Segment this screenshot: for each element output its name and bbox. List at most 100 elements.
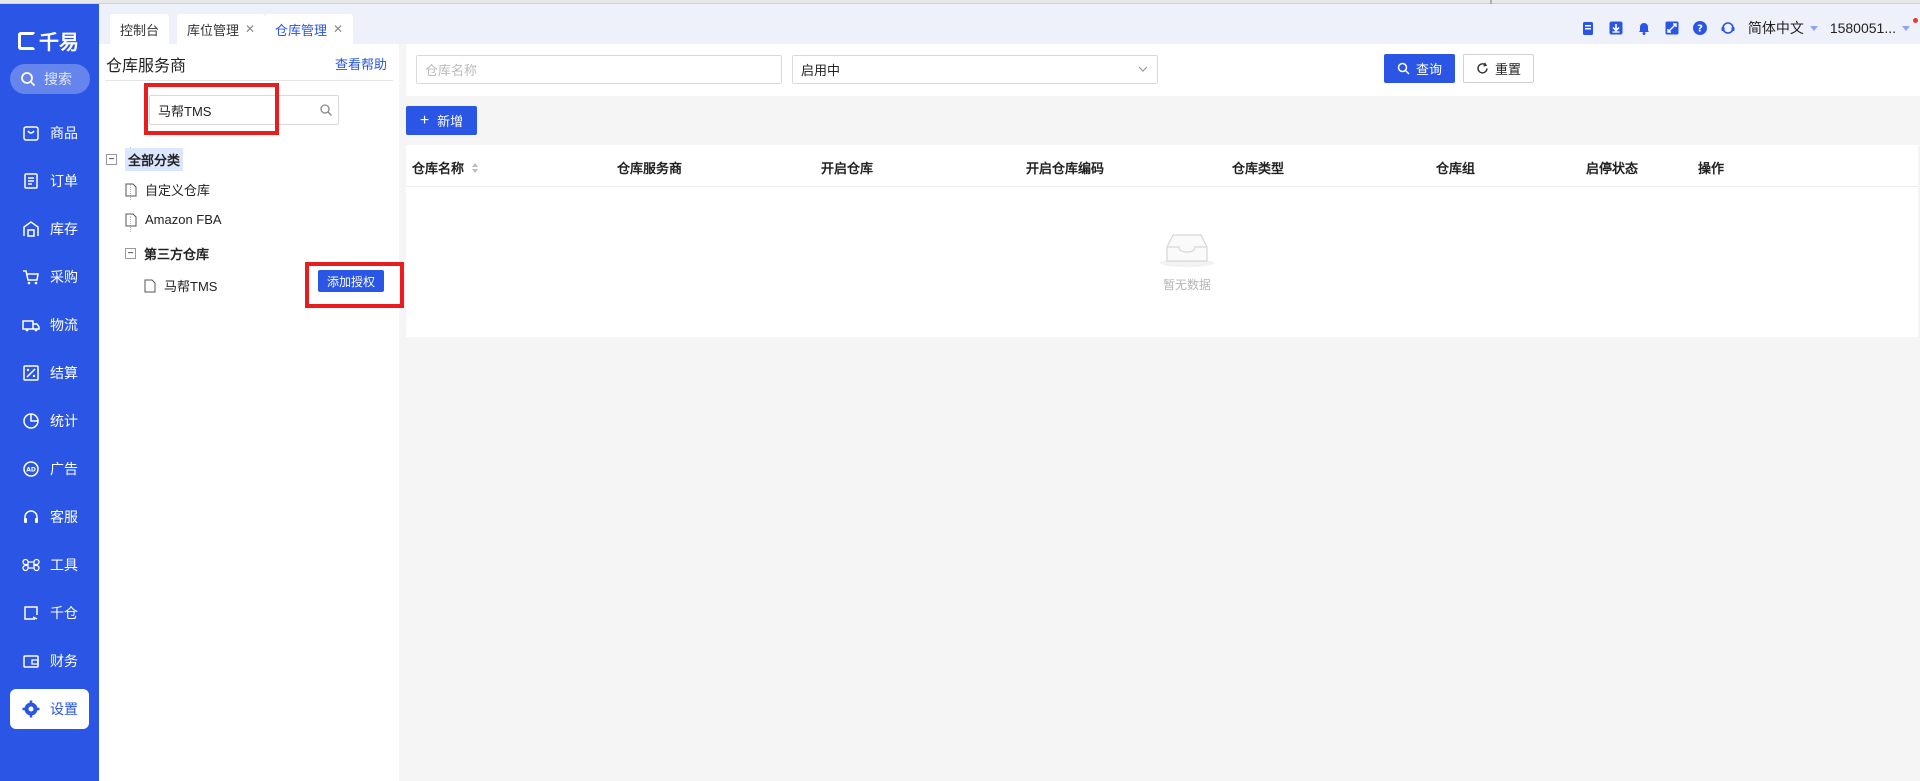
sidebar-search-button[interactable]: 搜索 [10,64,90,94]
add-button[interactable]: + 新增 [406,106,477,135]
column-header-label: 仓库服务商 [617,161,683,176]
svg-text:?: ? [1697,24,1703,35]
bell-icon[interactable] [1636,20,1652,36]
tab-label: 控制台 [120,22,160,38]
tree-node-third-party[interactable]: − 第三方仓库 [125,244,209,263]
warehouse-name-input[interactable]: 仓库名称 [416,55,782,84]
language-selector[interactable]: 简体中文 [1748,18,1818,38]
file-icon [125,213,137,226]
help-link[interactable]: 查看帮助 [335,54,387,73]
close-icon[interactable]: ✕ [333,22,343,36]
collapse-icon[interactable]: − [106,154,117,165]
sidebar-search-label: 搜索 [44,71,72,87]
divider [105,80,393,81]
truck-icon [22,320,40,332]
sidebar-item-goods[interactable]: 商品 [0,109,99,157]
sidebar-item-label: 结算 [50,365,78,381]
close-icon[interactable]: ✕ [245,22,255,36]
sidebar-item-label: 客服 [50,509,78,525]
sidebar-item-label: 库存 [50,221,78,237]
column-header-label: 仓库名称 [412,161,465,176]
status-select[interactable]: 启用中 [792,55,1158,84]
warehouse-table: 仓库名称 仓库服务商 开启仓库 开启仓库编码 仓库类型 仓库组 启停状态 操作 … [406,145,1918,337]
table-header: 仓库名称 仓库服务商 开启仓库 开启仓库编码 仓库类型 仓库组 启停状态 操作 [406,145,1918,187]
provider-panel: 仓库服务商 查看帮助 − 全部分类 自定义仓库 Amazon FBA − 第三方… [99,44,399,781]
sidebar-item-qiancang[interactable]: 千仓 [0,589,99,637]
sidebar-item-inventory[interactable]: 库存 [0,205,99,253]
sidebar-item-label: 千仓 [50,605,78,621]
filter-bar: 仓库名称 启用中 查询 重置 [406,44,1920,96]
sidebar: 千易 搜索 商品 订单 库存 采购 物流 结算 统计 AD 广告 客服 工具 千… [0,4,99,781]
sidebar-item-service[interactable]: 客服 [0,493,99,541]
user-menu[interactable]: 1580051... [1830,20,1910,36]
column-header-warehouse-type: 仓库类型 [1232,158,1284,177]
chevron-down-icon [1809,25,1818,31]
language-label: 简体中文 [1747,20,1804,36]
sidebar-item-ads[interactable]: AD 广告 [0,445,99,493]
support-headset-icon[interactable] [1720,20,1736,36]
tree-node-root[interactable]: − 全部分类 [106,148,184,171]
sidebar-item-purchase[interactable]: 采购 [0,253,99,301]
tree-node-custom-warehouse[interactable]: 自定义仓库 [125,180,210,199]
sidebar-item-label: 商品 [50,125,78,141]
column-header-label: 仓库类型 [1232,161,1285,176]
column-header-warehouse-name[interactable]: 仓库名称 [412,158,479,177]
tab-location-management[interactable]: 库位管理 ✕ [177,14,266,44]
query-button-label: 查询 [1415,62,1442,77]
empty-state: 暂无数据 [1132,225,1242,293]
tree-node-label: 马帮TMS [164,279,218,294]
search-icon[interactable] [319,103,333,117]
sort-icon[interactable] [472,162,479,173]
sidebar-item-settlement[interactable]: 结算 [0,349,99,397]
chevron-down-icon [1902,25,1910,31]
empty-box-icon [1160,234,1214,267]
gear-icon [22,700,40,718]
sidebar-item-finance[interactable]: 财务 [0,637,99,685]
sidebar-item-orders[interactable]: 订单 [0,157,99,205]
column-header-label: 操作 [1698,161,1725,176]
sidebar-item-label: 广告 [50,461,78,477]
column-header-label: 开启仓库编码 [1026,161,1105,176]
tab-label: 仓库管理 [275,22,328,38]
tab-console[interactable]: 控制台 [110,14,170,44]
column-header-provider: 仓库服务商 [617,158,682,177]
tree-node-label: Amazon FBA [145,212,222,227]
logo-mark-icon [18,31,36,50]
search-icon [21,72,36,87]
add-button-label: 新增 [437,114,464,129]
command-icon [22,558,40,572]
cart-icon [23,270,39,285]
help-icon[interactable]: ? [1692,20,1708,36]
status-select-value: 启用中 [801,63,841,78]
query-button[interactable]: 查询 [1384,54,1455,83]
file-icon [125,183,137,196]
headset-icon [24,510,38,523]
column-header-open-warehouse: 开启仓库 [821,158,873,177]
tree-node-mabang-tms[interactable]: 马帮TMS [144,276,217,295]
collapse-icon[interactable]: − [125,248,136,259]
sidebar-nav: 商品 订单 库存 采购 物流 结算 统计 AD 广告 客服 工具 千仓 财务 设… [0,109,99,729]
sidebar-item-label: 采购 [50,269,78,285]
sidebar-item-tools[interactable]: 工具 [0,541,99,589]
clipboard-icon[interactable] [1580,20,1596,36]
reset-button-label: 重置 [1494,62,1521,77]
sidebar-item-label: 订单 [50,173,78,189]
sidebar-item-logistics[interactable]: 物流 [0,301,99,349]
highlight-box [144,83,279,135]
tree-node-amazon-fba[interactable]: Amazon FBA [125,212,222,227]
bag-icon [23,126,39,141]
empty-text: 暂无数据 [1162,278,1211,292]
fullscreen-icon[interactable] [1664,20,1680,36]
download-icon[interactable] [1608,20,1624,36]
sidebar-item-statistics[interactable]: 统计 [0,397,99,445]
logo-text: 千易 [39,32,79,54]
user-name: 1580051... [1829,20,1896,36]
tree-node-label: 自定义仓库 [145,183,211,198]
tab-warehouse-management[interactable]: 仓库管理 ✕ [265,14,354,44]
header-tools: ? 简体中文 1580051... [1580,8,1910,48]
app-logo[interactable]: 千易 [18,26,79,55]
sidebar-item-settings[interactable]: 设置 [10,689,89,729]
column-header-label: 启停状态 [1586,161,1639,176]
highlight-box [305,262,404,308]
reset-button[interactable]: 重置 [1463,54,1534,83]
